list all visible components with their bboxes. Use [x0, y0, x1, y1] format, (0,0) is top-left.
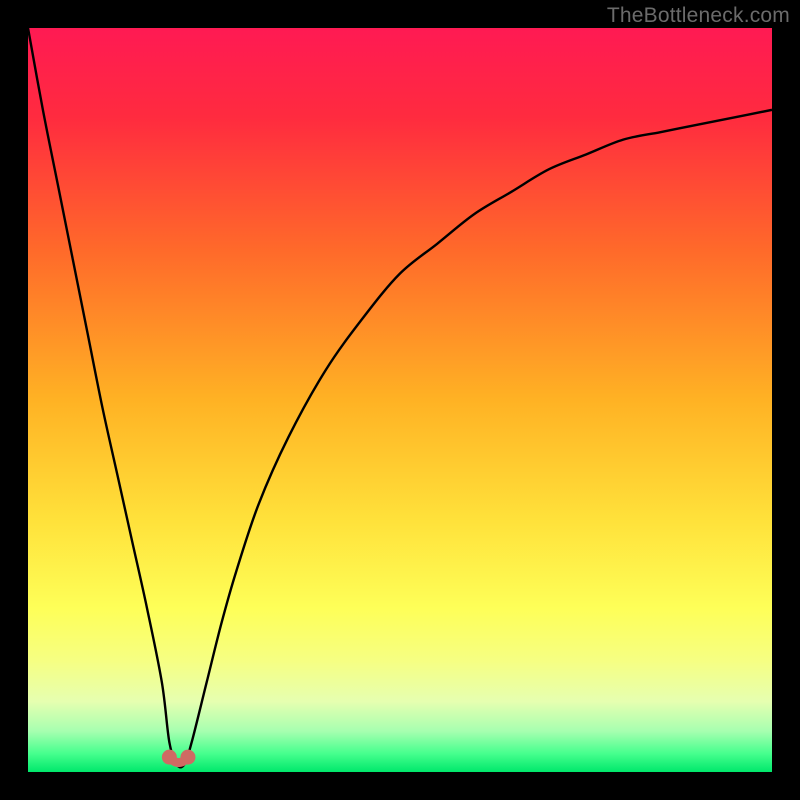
- watermark-text: TheBottleneck.com: [607, 4, 790, 28]
- gradient-background: [28, 28, 772, 772]
- plot-area: [28, 28, 772, 772]
- bottleneck-chart: [28, 28, 772, 772]
- outer-frame: TheBottleneck.com: [0, 0, 800, 800]
